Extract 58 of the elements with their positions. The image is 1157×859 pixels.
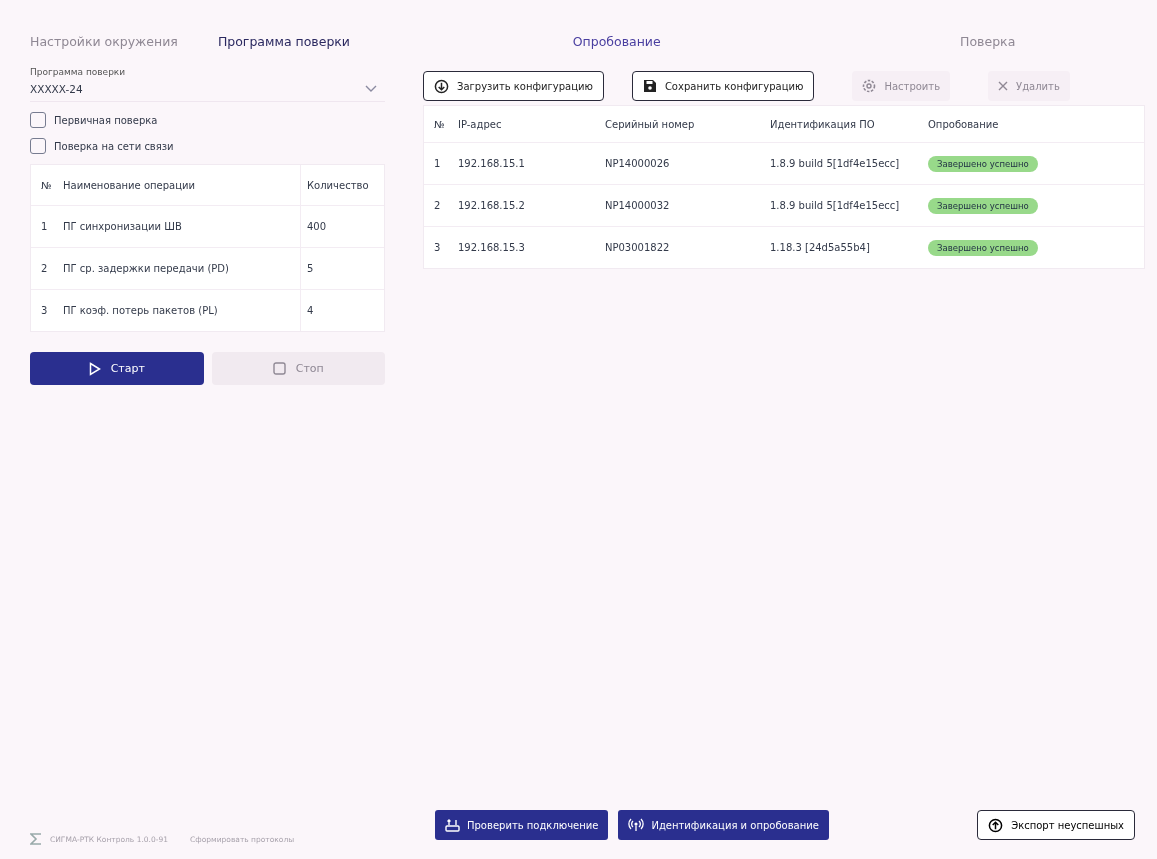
column-header: Количество <box>300 165 384 205</box>
column-header: Опробование <box>928 118 1000 130</box>
column-header: Идентификация ПО <box>770 118 876 130</box>
check-button[interactable]: Проверить подключение <box>435 810 609 840</box>
antenna-icon <box>628 818 645 832</box>
gear-icon <box>862 79 877 93</box>
status-badge: Завершено успешно <box>928 155 1038 172</box>
checkbox[interactable] <box>30 112 46 128</box>
table-cell-text: 3 <box>40 305 49 316</box>
identify-button[interactable]: Идентификация и опробование <box>618 810 829 840</box>
stop-icon <box>272 362 286 375</box>
table-cell-text: ПГ синхронизации ШВ <box>63 221 183 232</box>
status-badge: Завершено успешно <box>928 239 1038 256</box>
tab[interactable]: Опробование <box>572 34 661 49</box>
column-header: Наименование операции <box>63 179 196 191</box>
column-header: № <box>433 118 446 130</box>
table-cell-text: NP03001822 <box>605 242 671 253</box>
logo-icon <box>30 833 42 845</box>
table-cell-text: 1.8.9 build 5[1df4e15ecc] <box>770 200 901 211</box>
checkbox-label: Поверка на сети связи <box>54 140 174 152</box>
column-header: № <box>40 179 53 191</box>
table-cell-text: 1 <box>433 158 442 169</box>
chevron-icon <box>365 85 377 93</box>
table-cell: 4 <box>300 290 384 331</box>
table-cell-text: 2 <box>433 200 442 211</box>
table-cell-text: 1 <box>40 221 49 232</box>
select-value: XXXXX-24 <box>30 83 83 95</box>
export-button[interactable]: Экспорт неуспешных <box>977 810 1135 840</box>
table-cell-text: 192.168.15.3 <box>458 242 526 253</box>
table-cell-text: 1.18.3 [24d5a55b4] <box>770 242 871 253</box>
table-cell-text: 2 <box>40 263 49 274</box>
table-cell-text: 3 <box>433 242 442 253</box>
download-icon <box>434 78 449 94</box>
program-select[interactable]: Программа поверки XXXXX-24 <box>30 67 385 102</box>
table-cell-text: 192.168.15.2 <box>458 200 526 211</box>
status-badge: Завершено успешно <box>928 197 1038 214</box>
table-cell-text: 192.168.15.1 <box>458 158 526 169</box>
table-cell: 5 <box>300 248 384 289</box>
upload-icon <box>988 817 1004 833</box>
network-icon <box>445 818 460 832</box>
load-button[interactable]: Загрузить конфигурацию <box>423 71 604 101</box>
column-header: IP-адрес <box>458 118 503 130</box>
table-cell-text: NP14000026 <box>605 158 671 169</box>
select-label: Программа поверки <box>30 67 127 77</box>
checkbox-label: Первичная поверка <box>54 114 158 126</box>
table-cell-text: ПГ ср. задержки передачи (PD) <box>63 263 230 274</box>
table-cell-text: NP14000032 <box>605 200 671 211</box>
tab[interactable]: Программа поверки <box>217 34 350 49</box>
table-cell-text: ПГ коэф. потерь пакетов (PL) <box>63 305 219 316</box>
save-button[interactable]: Сохранить конфигурацию <box>631 71 815 101</box>
table-cell: 400 <box>300 206 384 247</box>
close-icon <box>998 81 1009 91</box>
table-cell-text: 1.8.9 build 5[1df4e15ecc] <box>770 158 901 169</box>
column-header: Серийный номер <box>605 118 696 130</box>
floppy-icon <box>642 79 657 93</box>
checkbox[interactable] <box>30 138 46 154</box>
start-button[interactable]: Старт <box>30 352 204 385</box>
play-icon <box>88 361 101 376</box>
